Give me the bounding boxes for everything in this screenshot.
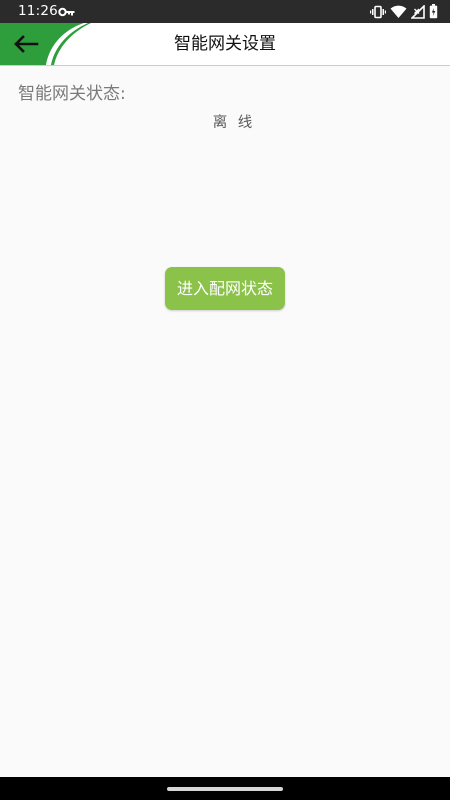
status-bar: 11:26	[0, 0, 450, 23]
app-bar: 智能网关设置	[0, 23, 450, 65]
battery-icon	[429, 4, 438, 19]
back-button[interactable]	[6, 29, 46, 59]
signal-icon	[411, 4, 425, 19]
app-bar-divider	[0, 65, 450, 66]
key-icon	[58, 4, 76, 18]
navigation-bar	[0, 777, 450, 800]
screen: 11:26 智能网关设置 智能网关状态: 离 线 进入配网状态	[0, 0, 450, 800]
home-handle[interactable]	[167, 787, 283, 791]
status-time: 11:26	[18, 3, 58, 19]
wifi-icon	[390, 5, 407, 19]
enter-config-button[interactable]: 进入配网状态	[165, 267, 285, 310]
gateway-status-label: 智能网关状态:	[18, 84, 126, 104]
gateway-status-value: 离 线	[212, 115, 256, 131]
arrow-left-icon	[14, 35, 39, 53]
vibrate-icon	[370, 5, 386, 19]
status-icons	[370, 3, 438, 20]
